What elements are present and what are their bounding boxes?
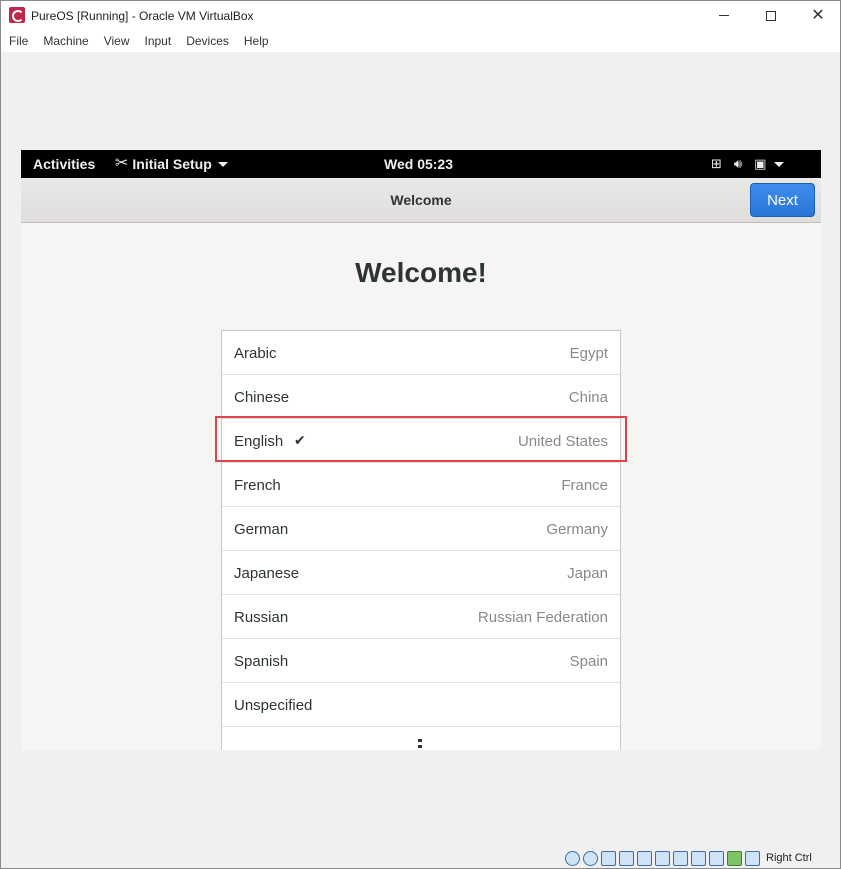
usb-icon[interactable] — [637, 850, 652, 866]
menubar: File Machine View Input Devices Help — [1, 30, 840, 52]
shared-folders-icon[interactable] — [655, 850, 670, 866]
language-region: China — [568, 389, 608, 406]
language-list[interactable]: Arabic Egypt Chinese China English ✔ Uni… — [221, 330, 621, 750]
welcome-page: Welcome! Arabic Egypt Chinese China Engl… — [21, 223, 821, 750]
menu-machine[interactable]: Machine — [43, 34, 88, 48]
power-icon: ▣ — [754, 156, 767, 171]
clock[interactable]: Wed 05:23 — [384, 156, 453, 172]
caret-down-icon — [774, 161, 785, 167]
language-region: Japan — [567, 565, 608, 582]
hard-disk-icon[interactable] — [565, 850, 580, 866]
minimize-icon — [719, 15, 729, 16]
language-name: Russian — [234, 609, 289, 626]
close-button[interactable]: ✕ — [795, 1, 841, 30]
display-icon[interactable] — [673, 850, 688, 866]
optical-drive-icon[interactable] — [583, 850, 598, 866]
language-name: Chinese — [234, 389, 290, 406]
app-menu-label: Initial Setup — [132, 156, 212, 172]
network-adapter-icon[interactable] — [619, 850, 634, 866]
language-region: Russian Federation — [477, 609, 608, 626]
caret-down-icon — [217, 161, 228, 167]
header-bar: Welcome Next — [21, 178, 821, 223]
menu-help[interactable]: Help — [244, 34, 269, 48]
minimize-button[interactable] — [701, 1, 747, 30]
language-row-chinese[interactable]: Chinese China — [222, 375, 620, 419]
next-button[interactable]: Next — [750, 183, 815, 217]
language-row-arabic[interactable]: Arabic Egypt — [222, 331, 620, 375]
language-name: Spanish — [234, 653, 289, 670]
more-icon — [418, 739, 422, 750]
menu-file[interactable]: File — [9, 34, 28, 48]
language-row-german[interactable]: German Germany — [222, 507, 620, 551]
language-name: French — [234, 477, 281, 494]
language-name: Unspecified — [234, 697, 313, 714]
host-key-label: Right Ctrl — [766, 852, 812, 864]
language-region: Spain — [569, 653, 608, 670]
gnome-top-bar: Activities ✂ Initial Setup Wed 05:23 ⊞ 🔊… — [21, 150, 821, 178]
language-row-japanese[interactable]: Japanese Japan — [222, 551, 620, 595]
language-name: Arabic — [234, 345, 277, 362]
network-icon: ⊞ — [711, 156, 722, 171]
activities-button[interactable]: Activities — [33, 156, 95, 172]
window-titlebar: PureOS [Running] - Oracle VM VirtualBox … — [1, 1, 840, 30]
menu-view[interactable]: View — [104, 34, 130, 48]
close-icon: ✕ — [811, 6, 825, 24]
language-name: Japanese — [234, 565, 300, 582]
header-title: Welcome — [390, 192, 452, 208]
language-row-french[interactable]: French France — [222, 463, 620, 507]
selection-highlight-annotation — [215, 416, 627, 462]
virtualbox-logo-icon — [9, 7, 25, 23]
language-region: France — [561, 477, 608, 494]
keyboard-capture-icon[interactable] — [745, 850, 760, 866]
volume-icon: 🔊︎ — [733, 156, 743, 171]
maximize-icon — [766, 10, 776, 21]
more-languages-button[interactable] — [222, 727, 620, 750]
language-row-unspecified[interactable]: Unspecified — [222, 683, 620, 727]
system-status-menu[interactable]: ⊞ 🔊︎ ▣ — [711, 155, 796, 173]
window-title: PureOS [Running] - Oracle VM VirtualBox — [31, 9, 254, 23]
language-row-russian[interactable]: Russian Russian Federation — [222, 595, 620, 639]
video-capture-icon[interactable] — [691, 850, 706, 866]
menu-input[interactable]: Input — [145, 34, 172, 48]
maximize-button[interactable] — [748, 1, 794, 30]
language-row-spanish[interactable]: Spanish Spain — [222, 639, 620, 683]
tools-icon: ✂ — [115, 155, 129, 172]
vm-status-bar: Right Ctrl — [565, 849, 812, 867]
language-name: German — [234, 521, 289, 538]
cpu-icon[interactable] — [709, 850, 724, 866]
mouse-integration-icon[interactable] — [727, 850, 742, 866]
language-region: Germany — [546, 521, 608, 538]
language-region: Egypt — [569, 345, 608, 362]
menu-devices[interactable]: Devices — [186, 34, 229, 48]
audio-icon[interactable] — [601, 850, 616, 866]
page-title: Welcome! — [355, 257, 487, 288]
app-menu[interactable]: ✂ Initial Setup — [115, 155, 228, 173]
